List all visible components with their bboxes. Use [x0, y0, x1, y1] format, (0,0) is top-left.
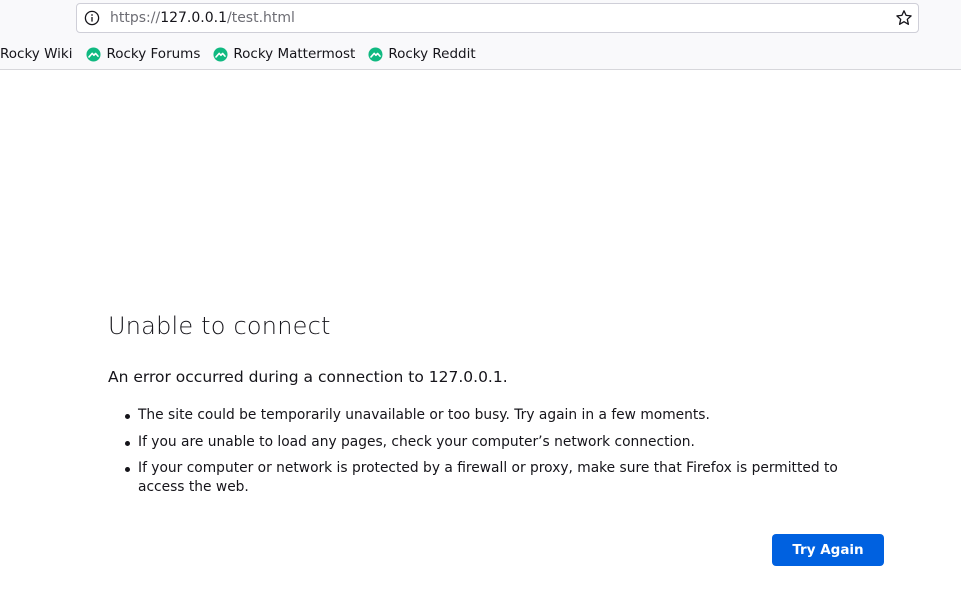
error-tips-list: The site could be temporarily unavailabl… [108, 406, 884, 505]
rocky-logo-icon [86, 46, 101, 62]
info-icon[interactable] [84, 10, 100, 26]
bookmarks-toolbar: Rocky Wiki Rocky Forums Rocky Mattermost… [0, 43, 489, 65]
bookmark-rocky-forums[interactable]: Rocky Forums [86, 43, 200, 65]
bookmark-label: Rocky Wiki [0, 46, 73, 62]
bookmark-rocky-mattermost[interactable]: Rocky Mattermost [213, 43, 355, 65]
bookmark-label: Rocky Forums [106, 46, 201, 62]
url-path: /test.html [226, 10, 295, 26]
bookmark-rocky-wiki[interactable]: Rocky Wiki [0, 43, 72, 65]
error-title: Unable to connect [108, 312, 331, 340]
try-again-button[interactable]: Try Again [772, 534, 884, 566]
url-scheme: https:// [110, 10, 161, 26]
bookmark-rocky-reddit[interactable]: Rocky Reddit [368, 43, 476, 65]
url-host: 127.0.0.1 [160, 10, 227, 26]
list-item: If you are unable to load any pages, che… [108, 433, 884, 452]
url-text[interactable]: https://127.0.0.1/test.html [110, 4, 295, 32]
list-item: If your computer or network is protected… [108, 459, 884, 497]
url-bar[interactable]: https://127.0.0.1/test.html [76, 3, 919, 33]
error-description: An error occurred during a connection to… [108, 368, 508, 386]
rocky-logo-icon [368, 46, 383, 62]
bookmark-star-icon[interactable] [895, 9, 913, 27]
browser-toolbar: https://127.0.0.1/test.html Rocky Wiki R… [0, 0, 961, 70]
rocky-logo-icon [213, 46, 228, 62]
bookmark-label: Rocky Reddit [388, 46, 476, 62]
list-item: The site could be temporarily unavailabl… [108, 406, 884, 425]
bookmark-label: Rocky Mattermost [233, 46, 356, 62]
